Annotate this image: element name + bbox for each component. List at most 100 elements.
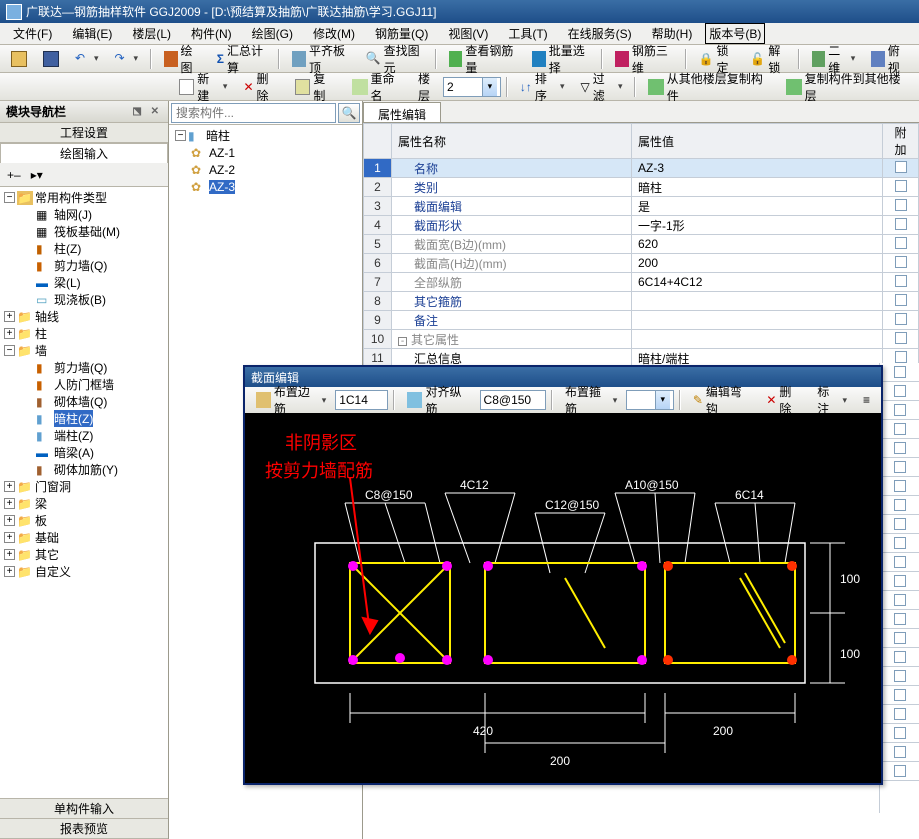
extra-checkbox[interactable]	[895, 275, 907, 287]
tree-item[interactable]: ▦筏板基础(M)	[0, 223, 168, 240]
extra-checkbox[interactable]	[894, 366, 906, 378]
property-row[interactable]: 1名称AZ-3	[364, 159, 919, 178]
extra-checkbox[interactable]	[895, 256, 907, 268]
col-extra: 附加	[883, 124, 919, 159]
extra-checkbox[interactable]	[894, 404, 906, 416]
tab-draw-input[interactable]: 绘图输入	[0, 143, 168, 163]
property-row[interactable]: 5截面宽(B边)(mm)620	[364, 235, 919, 254]
component-item[interactable]: ✿AZ-1	[171, 144, 360, 161]
extra-checkbox[interactable]	[895, 313, 907, 325]
extra-checkbox[interactable]	[894, 499, 906, 511]
property-panel: 属性编辑 属性名称 属性值 附加 1名称AZ-32类别暗柱3截面编辑是4截面形状…	[363, 101, 919, 839]
edge-input[interactable]: 1C14	[335, 390, 388, 410]
tb-save-icon[interactable]	[36, 47, 66, 71]
extra-checkbox[interactable]	[894, 518, 906, 530]
unlock-icon: 🔓	[750, 52, 765, 66]
nav-panel-title: 模块导航栏⬔ ✕	[0, 101, 168, 123]
tree-toolbar: +– ▸▾	[0, 163, 168, 187]
tree-item[interactable]: ▦轴网(J)	[0, 206, 168, 223]
section-canvas[interactable]: 非阴影区 按剪力墙配筋	[245, 413, 881, 783]
nav-tree[interactable]: −📁常用构件类型 ▦轴网(J) ▦筏板基础(M) ▮柱(Z) ▮剪力墙(Q) ▬…	[0, 187, 168, 798]
extra-checkbox[interactable]	[894, 651, 906, 663]
tree-item[interactable]: +📁梁	[0, 495, 168, 512]
tree-item[interactable]: +📁门窗洞	[0, 478, 168, 495]
property-row[interactable]: 2类别暗柱	[364, 178, 919, 197]
extra-checkbox[interactable]	[894, 537, 906, 549]
tree-item[interactable]: ▭现浇板(B)	[0, 291, 168, 308]
tb-redo-icon[interactable]: ↷▾	[108, 47, 146, 71]
search-input[interactable]	[171, 103, 336, 123]
menu-file[interactable]: 文件(F)	[4, 23, 61, 44]
tree-item[interactable]: ▮砌体墙(Q)	[0, 393, 168, 410]
extra-checkbox[interactable]	[895, 351, 907, 363]
svg-text:200: 200	[713, 724, 733, 738]
property-row[interactable]: 4截面形状一字-1形	[364, 216, 919, 235]
tree-expand-icon[interactable]: ▸▾	[28, 166, 46, 184]
search-button[interactable]: 🔍	[338, 103, 360, 123]
main-area: 模块导航栏⬔ ✕ 工程设置 绘图输入 +– ▸▾ −📁常用构件类型 ▦轴网(J)…	[0, 101, 919, 839]
component-item-selected[interactable]: ✿AZ-3	[171, 178, 360, 195]
tab-eng-settings[interactable]: 工程设置	[0, 123, 168, 143]
tab-report-preview[interactable]: 报表预览	[0, 819, 168, 839]
tree-item[interactable]: +📁其它	[0, 546, 168, 563]
tree-item[interactable]: +📁自定义	[0, 563, 168, 580]
property-row[interactable]: 8其它箍筋	[364, 292, 919, 311]
extra-checkbox[interactable]	[894, 461, 906, 473]
tree-collapse-icon[interactable]: +–	[4, 166, 24, 184]
property-row[interactable]: 7全部纵筋6C14+4C12	[364, 273, 919, 292]
extra-checkbox[interactable]	[894, 594, 906, 606]
tree-item[interactable]: ▬梁(L)	[0, 274, 168, 291]
property-row[interactable]: 9备注	[364, 311, 919, 330]
extra-checkbox[interactable]	[895, 199, 907, 211]
btn-section-menu[interactable]: ≡	[856, 389, 877, 411]
extra-checkbox[interactable]	[895, 161, 907, 173]
tab-property-edit[interactable]: 属性编辑	[363, 102, 441, 122]
extra-checkbox[interactable]	[894, 575, 906, 587]
col-value: 属性值	[632, 124, 883, 159]
tree-item[interactable]: ▮端柱(Z)	[0, 427, 168, 444]
extra-checkbox[interactable]	[895, 180, 907, 192]
extra-checkbox[interactable]	[894, 632, 906, 644]
tb-open-icon[interactable]	[4, 47, 34, 71]
tab-single-input[interactable]: 单构件输入	[0, 799, 168, 819]
extra-checkbox[interactable]	[895, 237, 907, 249]
tree-item[interactable]: ▮柱(Z)	[0, 240, 168, 257]
tree-item[interactable]: +📁板	[0, 512, 168, 529]
extra-checkbox[interactable]	[894, 746, 906, 758]
extra-checkbox[interactable]	[894, 442, 906, 454]
gj-combo[interactable]: ▾	[626, 390, 674, 410]
tree-item[interactable]: +📁基础	[0, 529, 168, 546]
extra-checkbox[interactable]	[894, 423, 906, 435]
extra-checkbox[interactable]	[894, 689, 906, 701]
extra-checkbox[interactable]	[894, 708, 906, 720]
property-row[interactable]: 6截面高(H边)(mm)200	[364, 254, 919, 273]
extra-checkbox[interactable]	[894, 556, 906, 568]
tree-item[interactable]: ▮剪力墙(Q)	[0, 257, 168, 274]
tree-item[interactable]: ▬暗梁(A)	[0, 444, 168, 461]
property-row[interactable]: 10-其它属性	[364, 330, 919, 349]
extra-checkbox[interactable]	[894, 765, 906, 777]
panel-controls[interactable]: ⬔ ✕	[132, 106, 162, 117]
extra-checkbox[interactable]	[894, 727, 906, 739]
svg-text:420: 420	[473, 724, 493, 738]
extra-checkbox[interactable]	[894, 480, 906, 492]
tb-viewsteel[interactable]: 查看钢筋量	[442, 38, 523, 80]
tb-undo-icon[interactable]: ↶▾	[68, 47, 106, 71]
tree-item[interactable]: ▮剪力墙(Q)	[0, 359, 168, 376]
extra-checkbox[interactable]	[894, 670, 906, 682]
extra-checkbox[interactable]	[895, 218, 907, 230]
component-item[interactable]: ✿AZ-2	[171, 161, 360, 178]
extra-checkbox[interactable]	[895, 294, 907, 306]
extra-checkbox[interactable]	[895, 332, 907, 344]
align-input[interactable]: C8@150	[480, 390, 546, 410]
tree-item-selected[interactable]: ▮暗柱(Z)	[0, 410, 168, 427]
tree-item[interactable]: ▮人防门框墙	[0, 376, 168, 393]
property-row[interactable]: 3截面编辑是	[364, 197, 919, 216]
extra-checkbox[interactable]	[894, 385, 906, 397]
extra-checkbox[interactable]	[894, 613, 906, 625]
floor-combo[interactable]: 2▾	[443, 77, 501, 97]
svg-text:4C12: 4C12	[460, 478, 489, 492]
tree-item[interactable]: ▮砌体加筋(Y)	[0, 461, 168, 478]
lock-icon: 🔒	[699, 52, 714, 66]
menu-edit[interactable]: 编辑(E)	[63, 23, 121, 44]
